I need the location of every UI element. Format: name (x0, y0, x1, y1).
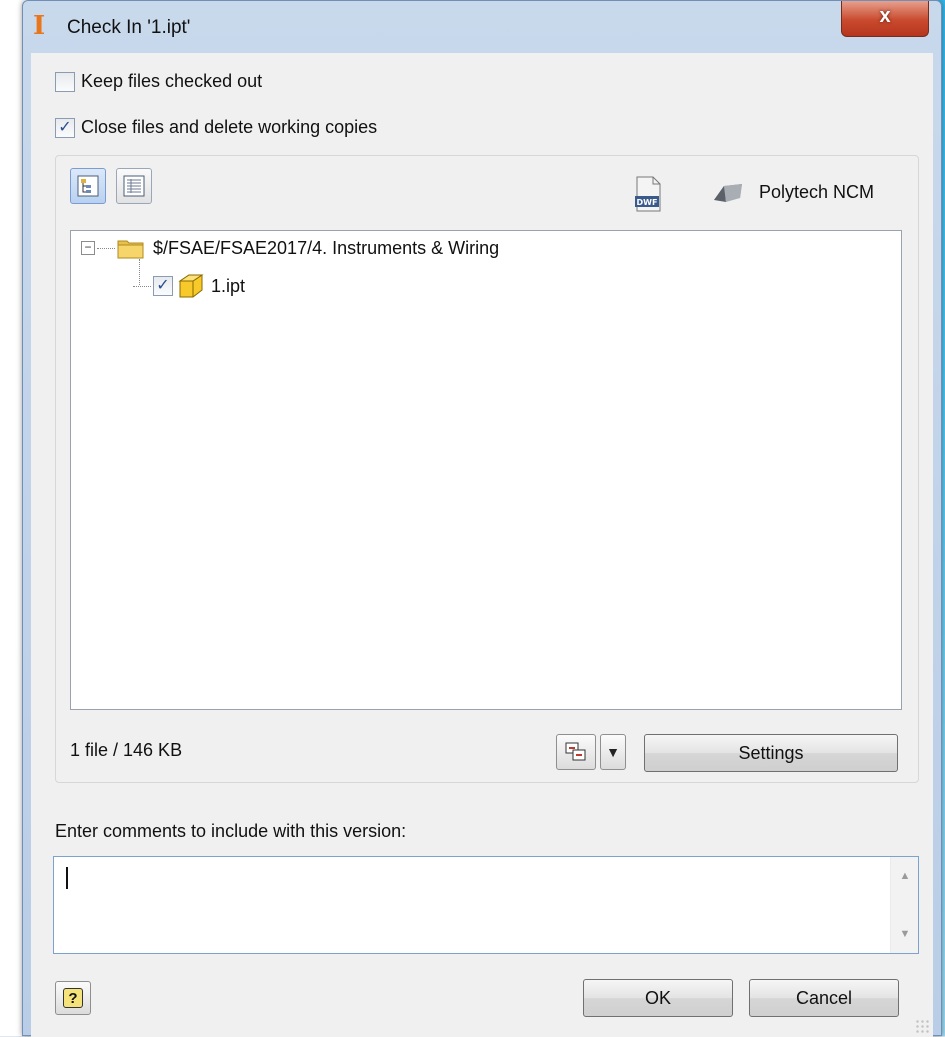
comment-field[interactable]: ▲ ▼ (53, 856, 919, 954)
dependency-options-button[interactable] (556, 734, 596, 770)
settings-button[interactable]: Settings (644, 734, 898, 772)
file-name: 1.ipt (211, 275, 246, 296)
scroll-up-icon[interactable]: ▲ (891, 863, 919, 889)
cancel-button[interactable]: Cancel (749, 979, 899, 1017)
inventor-app-icon: I (33, 11, 46, 41)
title-bar[interactable]: I Check In '1.ipt' x (23, 1, 941, 53)
window-title: Check In '1.ipt' (67, 17, 191, 38)
dwf-icon[interactable]: DWF (634, 176, 662, 212)
close-and-delete-option[interactable]: ✓ Close files and delete working copies (55, 117, 377, 138)
tree-connector (133, 285, 151, 287)
collapse-toggle-icon[interactable]: − (81, 241, 95, 255)
chevron-down-icon: ▼ (606, 744, 620, 760)
folder-path: $/FSAE/FSAE2017/4. Instruments & Wiring (153, 237, 500, 258)
text-caret (66, 867, 68, 889)
dependency-icon (565, 742, 586, 761)
help-button[interactable]: ? (55, 981, 91, 1015)
tree-connector (97, 247, 115, 249)
vault-server-icon (714, 184, 742, 202)
keep-checked-out-option[interactable]: Keep files checked out (55, 71, 262, 92)
comment-label: Enter comments to include with this vers… (55, 821, 407, 841)
comment-input[interactable] (54, 857, 890, 953)
file-summary: 1 file / 146 KB (70, 740, 183, 760)
keep-checked-out-checkbox[interactable] (55, 71, 75, 92)
tree-view-button[interactable] (70, 168, 106, 204)
part-file-icon (178, 274, 204, 298)
tree-file-row[interactable]: ✓ 1.ipt (133, 271, 245, 301)
scroll-down-icon[interactable]: ▼ (891, 921, 919, 947)
dialog-body: Keep files checked out ✓ Close files and… (31, 53, 933, 1037)
comment-scrollbar[interactable]: ▲ ▼ (890, 857, 918, 953)
close-button[interactable]: x (841, 1, 929, 37)
folder-icon (117, 240, 144, 259)
help-icon: ? (63, 988, 83, 1008)
file-checkbox[interactable]: ✓ (153, 276, 173, 296)
vault-name: Polytech NCM (759, 182, 875, 202)
resize-grip[interactable] (915, 1019, 929, 1033)
file-tree[interactable]: − $/FSAE/FSAE2017/4. Instruments & Wirin… (70, 230, 902, 710)
close-and-delete-label: Close files and delete working copies (81, 117, 378, 137)
tree-view-icon (77, 175, 99, 197)
tree-folder-row[interactable]: − $/FSAE/FSAE2017/4. Instruments & Wirin… (81, 237, 499, 259)
close-and-delete-checkbox[interactable]: ✓ (55, 117, 75, 138)
dependency-dropdown-button[interactable]: ▼ (600, 734, 626, 770)
files-panel: DWF Polytech NCM − $/FSAE/FSAE2017/4. In… (55, 155, 919, 783)
svg-text:DWF: DWF (637, 198, 658, 207)
check-in-dialog: I Check In '1.ipt' x Keep files checked … (22, 0, 942, 1037)
ok-button[interactable]: OK (583, 979, 733, 1017)
list-view-button[interactable] (116, 168, 152, 204)
keep-checked-out-label: Keep files checked out (81, 71, 263, 91)
list-view-icon (123, 175, 145, 197)
